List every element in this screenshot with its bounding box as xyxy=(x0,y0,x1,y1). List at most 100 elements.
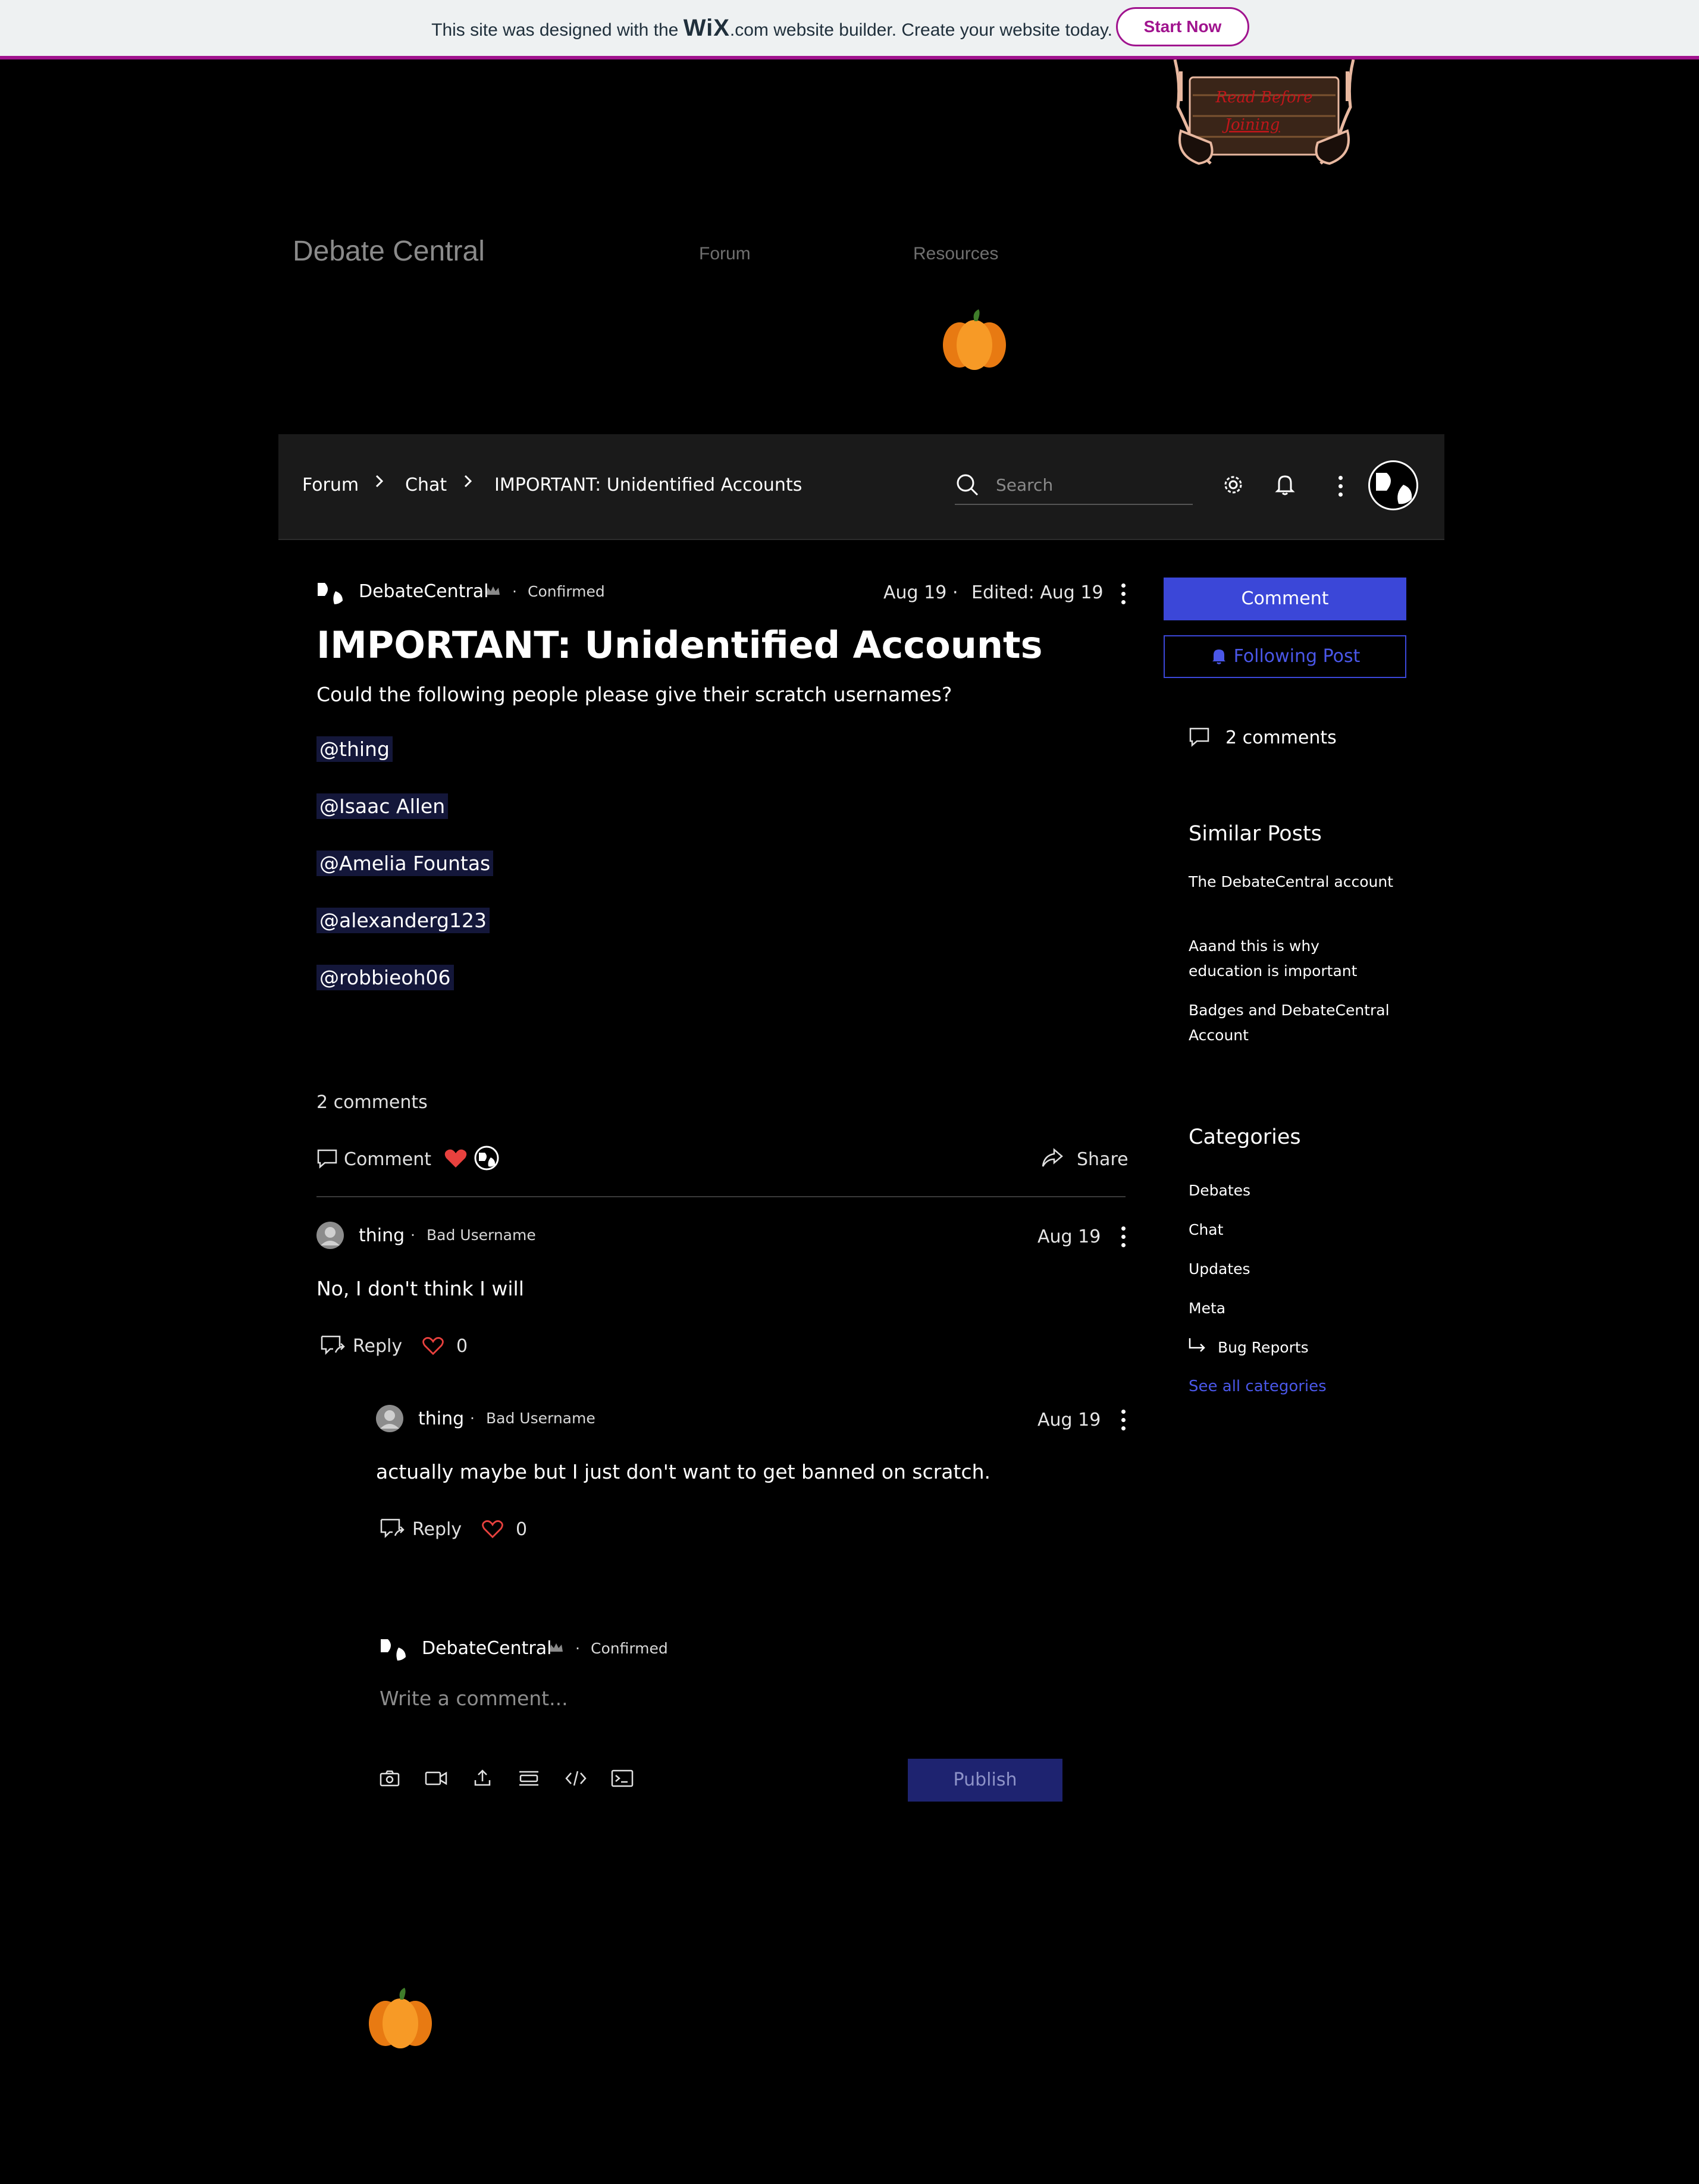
comment-date: Aug 19 xyxy=(1037,1410,1101,1430)
settings-gear-icon[interactable] xyxy=(1222,474,1244,498)
subcategory-arrow-icon xyxy=(1187,1337,1206,1357)
similar-post-link[interactable]: The DebateCentral account xyxy=(1189,870,1403,895)
category-debates[interactable]: Debates xyxy=(1189,1182,1250,1199)
author-badge: Confirmed xyxy=(528,583,605,600)
code-icon[interactable] xyxy=(565,1769,587,1790)
camera-icon[interactable] xyxy=(380,1769,400,1790)
wix-text-after: .com website builder. Create your websit… xyxy=(729,20,1112,40)
mention-link[interactable]: @Amelia Fountas xyxy=(316,851,494,876)
admin-crown-icon xyxy=(548,1642,564,1656)
category-bug-reports[interactable]: Bug Reports xyxy=(1218,1339,1309,1356)
see-all-categories-link[interactable]: See all categories xyxy=(1189,1377,1327,1395)
start-now-button[interactable]: Start Now xyxy=(1116,7,1249,46)
search-icon xyxy=(955,473,979,499)
following-post-button[interactable]: Following Post xyxy=(1164,635,1406,678)
comment-bubble-icon xyxy=(1189,727,1210,749)
reply-button[interactable]: Reply xyxy=(412,1519,462,1540)
read-before-joining-sign-image[interactable]: Read Before Joining xyxy=(1163,59,1365,167)
categories-heading: Categories xyxy=(1189,1125,1301,1149)
comment-author-name[interactable]: thing xyxy=(359,1225,405,1246)
post-edited-date: Edited: Aug 19 xyxy=(971,582,1104,603)
admin-crown-icon xyxy=(485,585,501,600)
bell-filled-icon xyxy=(1212,649,1225,664)
breadcrumb-current-post[interactable]: IMPORTANT: Unidentified Accounts xyxy=(494,475,802,495)
separator-dot: · xyxy=(512,583,517,600)
sidebar-comments-count: 2 comments xyxy=(1225,727,1337,748)
composer-author-avatar-logo xyxy=(381,1637,407,1663)
forum-header-bar xyxy=(278,434,1444,540)
comment-more-options-icon[interactable] xyxy=(1121,1226,1126,1251)
breadcrumb-forum[interactable]: Forum xyxy=(302,475,359,495)
category-updates[interactable]: Updates xyxy=(1189,1260,1250,1278)
post-comments-count: 2 comments xyxy=(316,1092,428,1113)
comment-more-options-icon[interactable] xyxy=(1121,1410,1126,1435)
reply-icon[interactable] xyxy=(380,1518,405,1542)
comment-bubble-icon[interactable] xyxy=(316,1149,338,1171)
publish-button[interactable]: Publish xyxy=(908,1759,1062,1802)
notifications-bell-icon[interactable] xyxy=(1274,473,1296,498)
svg-text:Joining: Joining xyxy=(1222,116,1280,134)
mention-link[interactable]: @Isaac Allen xyxy=(316,793,449,819)
svg-text:Read Before: Read Before xyxy=(1215,89,1313,106)
more-options-icon[interactable] xyxy=(1338,476,1343,501)
post-more-options-icon[interactable] xyxy=(1121,583,1126,608)
post-body-text: Could the following people please give t… xyxy=(316,683,952,706)
similar-posts-heading: Similar Posts xyxy=(1189,822,1322,846)
like-heart-filled-icon[interactable] xyxy=(444,1148,468,1172)
following-post-label: Following Post xyxy=(1233,646,1361,667)
composer-author-badge: Confirmed xyxy=(591,1640,668,1657)
share-arrow-icon[interactable] xyxy=(1041,1148,1064,1171)
comment-author-badge: Bad Username xyxy=(427,1226,536,1244)
like-heart-outline-icon[interactable] xyxy=(481,1519,504,1542)
nav-resources-link[interactable]: Resources xyxy=(913,244,998,264)
comment-text: No, I don't think I will xyxy=(316,1277,524,1300)
write-comment-input[interactable]: Write a comment... xyxy=(380,1687,568,1710)
video-icon[interactable] xyxy=(425,1769,447,1790)
liker-avatar[interactable] xyxy=(474,1146,499,1173)
sidebar-comment-button[interactable]: Comment xyxy=(1164,578,1406,620)
similar-post-link[interactable]: Aaand this is why education is important xyxy=(1189,934,1367,984)
code-block-terminal-icon[interactable] xyxy=(611,1769,634,1790)
upload-icon[interactable] xyxy=(473,1768,492,1790)
post-date: Aug 19 xyxy=(883,582,947,603)
pumpkin-decoration-icon xyxy=(368,1987,433,2049)
pumpkin-decoration-icon xyxy=(942,308,1007,371)
search-input[interactable] xyxy=(995,471,1187,498)
separator-dot: · xyxy=(952,582,958,603)
breadcrumb-chat[interactable]: Chat xyxy=(405,475,447,495)
author-avatar-logo[interactable] xyxy=(318,580,344,607)
divider xyxy=(316,1196,1126,1197)
similar-post-link[interactable]: Badges and DebateCentral Account xyxy=(1189,998,1403,1048)
category-chat[interactable]: Chat xyxy=(1189,1221,1223,1238)
post-author-name[interactable]: DebateCentral xyxy=(359,581,488,602)
like-count: 0 xyxy=(456,1336,468,1357)
sign-illustration: Read Before Joining xyxy=(1173,59,1355,165)
category-meta[interactable]: Meta xyxy=(1189,1300,1225,1317)
comment-action-button[interactable]: Comment xyxy=(344,1149,431,1170)
separator-dot: · xyxy=(575,1640,580,1657)
nav-forum-link[interactable]: Forum xyxy=(699,244,751,264)
reply-icon[interactable] xyxy=(320,1335,345,1358)
user-avatar[interactable] xyxy=(1368,460,1418,510)
share-button[interactable]: Share xyxy=(1077,1149,1129,1170)
breadcrumb-chevron-icon xyxy=(374,472,385,495)
comment-author-badge: Bad Username xyxy=(486,1410,595,1427)
site-name-logo[interactable]: Debate Central xyxy=(293,235,485,268)
comment-author-name[interactable]: thing xyxy=(418,1408,464,1429)
commenter-avatar[interactable] xyxy=(376,1405,403,1435)
breadcrumb-chevron-icon xyxy=(462,472,474,495)
gif-divider-icon[interactable] xyxy=(518,1769,540,1790)
wix-logo: WiX xyxy=(683,15,730,41)
comment-text: actually maybe but I just don't want to … xyxy=(376,1460,991,1483)
mention-link[interactable]: @alexanderg123 xyxy=(316,908,490,933)
like-heart-outline-icon[interactable] xyxy=(421,1336,445,1358)
like-count: 0 xyxy=(516,1519,528,1540)
commenter-avatar[interactable] xyxy=(316,1222,344,1251)
reply-button[interactable]: Reply xyxy=(353,1336,402,1357)
wix-text-before: This site was designed with the xyxy=(431,20,679,40)
separator-dot: · xyxy=(410,1226,415,1244)
wix-banner-text: This site was designed with the WiX.com … xyxy=(0,13,1112,45)
mention-link[interactable]: @robbieoh06 xyxy=(316,965,454,990)
mention-link[interactable]: @thing xyxy=(316,736,393,762)
separator-dot: · xyxy=(470,1410,475,1427)
